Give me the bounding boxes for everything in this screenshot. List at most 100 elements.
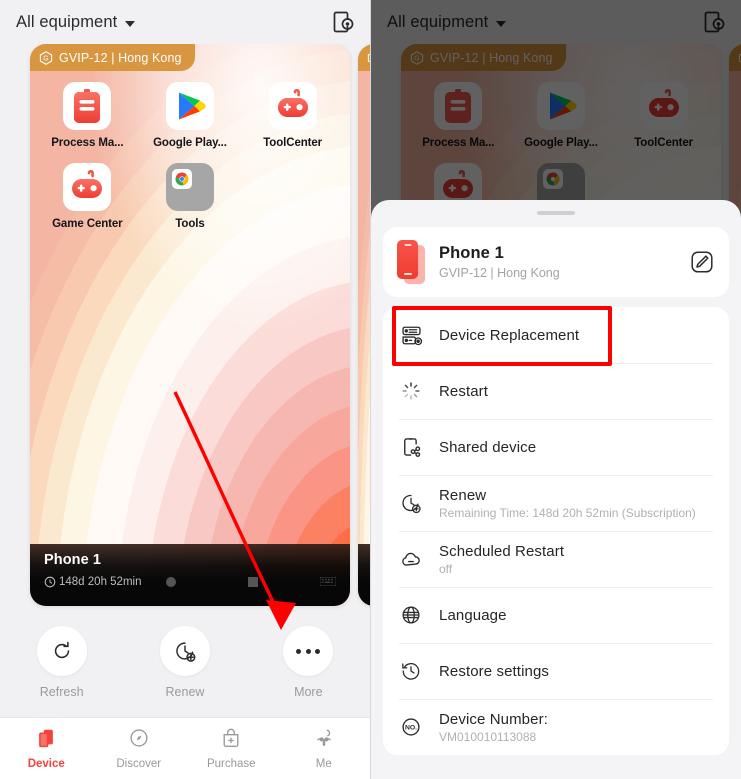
- sheet-device-name: Phone 1: [439, 244, 504, 262]
- region-chip-label: GVIP-12 | Hong Kong: [59, 50, 182, 65]
- clock-icon: [44, 576, 56, 588]
- action-label: More: [294, 685, 323, 699]
- g-hexagon-icon: [367, 51, 370, 65]
- app-item-process-manager[interactable]: Process Ma...: [36, 82, 139, 149]
- tab-purchase[interactable]: Purchase: [185, 727, 278, 770]
- action-label: Renew: [165, 685, 205, 699]
- menu-item-title: Device Replacement: [439, 326, 580, 344]
- phone-thumbnail-icon: [397, 240, 425, 284]
- shopping-bag-icon: [220, 727, 242, 754]
- device-card-footer: Phone 1 148d 20h 52min: [30, 544, 350, 606]
- app-item-tools[interactable]: Tools: [139, 163, 242, 230]
- tab-label: Device: [27, 758, 65, 770]
- device-stack-icon: [35, 727, 57, 754]
- menu-item-text: Shared device: [439, 439, 713, 456]
- menu-item-subtitle: Remaining Time: 148d 20h 52min (Subscrip…: [439, 505, 696, 520]
- menu-item-text: Device Number: VM010010113088: [439, 711, 713, 744]
- share-device-icon: [399, 435, 423, 459]
- menu-item-text: Language: [439, 607, 713, 624]
- menu-item-device-number[interactable]: NO. Device Number: VM010010113088: [383, 699, 729, 755]
- tab-label: Discover: [116, 758, 162, 770]
- menu-item-device-replacement[interactable]: Device Replacement: [383, 307, 729, 363]
- sheet-device-row[interactable]: Phone 1 GVIP-12 | Hong Kong: [383, 227, 729, 297]
- app-label: Tools: [175, 218, 205, 230]
- app-header-left: All equipment: [0, 0, 370, 44]
- app-item-google-play[interactable]: Google Play...: [139, 82, 242, 149]
- refresh-button[interactable]: Refresh: [19, 626, 105, 699]
- nav-square-icon[interactable]: [248, 577, 258, 587]
- sheet-device-meta: Phone 1 GVIP-12 | Hong Kong: [439, 244, 689, 280]
- menu-item-title: Shared device: [439, 438, 537, 456]
- game-center-gamepad-icon: [63, 163, 112, 211]
- android-nav-bar[interactable]: [166, 573, 337, 591]
- clock-plus-icon: [399, 491, 423, 515]
- cloud-minus-icon: [399, 547, 423, 571]
- sheet-device-subtitle: GVIP-12 | Hong Kong: [439, 266, 560, 280]
- more-button[interactable]: More: [265, 626, 351, 699]
- renew-button[interactable]: Renew: [142, 626, 228, 699]
- device-wallpaper-next: [358, 44, 370, 606]
- history-restore-icon: [399, 659, 423, 683]
- menu-item-title: Language: [439, 606, 507, 624]
- menu-item-subtitle: VM010010113088: [439, 729, 537, 744]
- device-card-name: Phone 1: [44, 552, 102, 568]
- tab-discover[interactable]: Discover: [93, 727, 186, 770]
- menu-item-restart[interactable]: Restart: [383, 363, 729, 419]
- tab-label: Me: [315, 758, 332, 770]
- menu-item-renew[interactable]: Renew Remaining Time: 148d 20h 52min (Su…: [383, 475, 729, 531]
- menu-item-language[interactable]: Language: [383, 587, 729, 643]
- tab-me[interactable]: Me: [278, 727, 371, 770]
- panel-after: All equipment: [370, 0, 741, 779]
- device-card-next[interactable]: C: [358, 44, 370, 606]
- quick-action-bar: Refresh Renew More: [0, 616, 370, 714]
- no-circle-icon: NO.: [399, 715, 423, 739]
- sheet-menu-list: Device Replacement Restart Shared device…: [383, 307, 729, 755]
- app-label: ToolCenter: [263, 137, 323, 149]
- device-monitor-icon[interactable]: [330, 9, 356, 35]
- app-label: Game Center: [52, 218, 123, 230]
- screenshot-root: All equipment G GVIP-12 | Hong Kong Proc…: [0, 0, 741, 779]
- server-replace-icon: [399, 323, 423, 347]
- app-item-game-center[interactable]: Game Center: [36, 163, 139, 230]
- app-label: Process Ma...: [51, 137, 124, 149]
- panel-before: All equipment G GVIP-12 | Hong Kong Proc…: [0, 0, 370, 779]
- process-manager-icon: [63, 82, 112, 130]
- svg-text:NO.: NO.: [405, 724, 417, 731]
- menu-item-text: Restart: [439, 383, 713, 400]
- device-card-remaining-label: 148d 20h 52min: [59, 576, 142, 588]
- person-icon: [313, 727, 335, 754]
- menu-item-text: Renew Remaining Time: 148d 20h 52min (Su…: [439, 487, 713, 520]
- spinner-restart-icon: [399, 379, 423, 403]
- compass-icon: [128, 727, 150, 754]
- app-grid: Process Ma... Google Play... ToolCenter …: [30, 78, 350, 248]
- menu-item-text: Scheduled Restart off: [439, 543, 713, 576]
- tab-device[interactable]: Device: [0, 727, 93, 770]
- device-card-status-row: 148d 20h 52min: [44, 573, 337, 591]
- edit-pencil-icon[interactable]: [689, 249, 715, 275]
- menu-item-scheduled-restart[interactable]: Scheduled Restart off: [383, 531, 729, 587]
- device-card-footer-next: C: [358, 544, 370, 606]
- device-options-sheet: Phone 1 GVIP-12 | Hong Kong Device Repla…: [371, 200, 741, 779]
- device-card[interactable]: G GVIP-12 | Hong Kong Process Ma... Goog…: [30, 44, 350, 606]
- menu-item-restore-settings[interactable]: Restore settings: [383, 643, 729, 699]
- toolcenter-gamepad-icon: [268, 82, 317, 130]
- menu-item-text: Device Replacement: [439, 327, 713, 344]
- equipment-selector-left[interactable]: All equipment: [16, 12, 136, 32]
- menu-item-title: Restore settings: [439, 662, 549, 680]
- device-card-carousel[interactable]: G GVIP-12 | Hong Kong Process Ma... Goog…: [0, 40, 370, 610]
- refresh-icon: [36, 626, 87, 676]
- tab-label: Purchase: [206, 758, 256, 770]
- sheet-drag-handle[interactable]: [537, 211, 575, 215]
- app-label: Google Play...: [153, 137, 227, 149]
- menu-item-title: Renew: [439, 486, 487, 504]
- nav-keyboard-icon[interactable]: [319, 573, 337, 591]
- nav-circle-icon[interactable]: [166, 577, 176, 587]
- menu-item-shared-device[interactable]: Shared device: [383, 419, 729, 475]
- app-item-toolcenter[interactable]: ToolCenter: [241, 82, 344, 149]
- clock-plus-icon: [159, 626, 210, 676]
- menu-item-text: Restore settings: [439, 663, 713, 680]
- svg-text:G: G: [43, 55, 49, 62]
- region-chip-next: [358, 44, 370, 71]
- chevron-down-icon: [125, 20, 136, 27]
- equipment-selector-label: All equipment: [16, 12, 118, 31]
